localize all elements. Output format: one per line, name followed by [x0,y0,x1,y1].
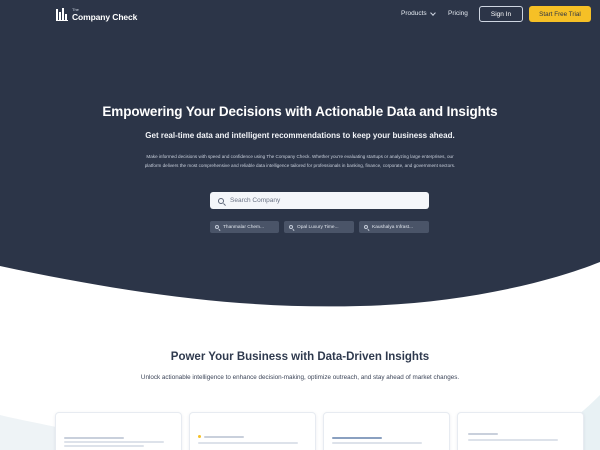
logo-prefix: The [72,6,79,12]
feature-card-preview[interactable] [189,412,316,450]
start-free-trial-button[interactable]: Start Free Trial [529,6,591,22]
search-icon [289,225,293,229]
chevron-down-icon [429,9,436,16]
feature-card-preview[interactable] [55,412,182,450]
company-logo[interactable]: The Company Check [56,7,137,21]
search-icon [364,225,368,229]
section-title: Power Your Business with Data-Driven Ins… [170,351,430,363]
feature-card-preview[interactable] [323,412,450,450]
nav-pricing-link[interactable]: Pricing [448,10,468,17]
recent-search-chip[interactable]: Kaushalya Infrast... [359,221,429,233]
search-icon [215,225,219,229]
search-icon [218,197,224,204]
nav-products-label: Products [401,10,427,17]
section-subtitle: Unlock actionable intelligence to enhanc… [140,374,460,381]
hero-description: Make informed decisions with speed and c… [144,154,456,168]
logo-name: Company Check [72,11,138,22]
search-input[interactable] [230,197,410,204]
hero-subtitle: Get real-time data and intelligent recom… [145,131,455,140]
chip-label: Thanmalar Chem... [223,224,265,230]
recent-search-chip[interactable]: Thanmalar Chem... [210,221,279,233]
recent-search-chip[interactable]: Opal Luxury Time... [284,221,354,233]
chip-label: Opal Luxury Time... [297,224,339,230]
recent-searches: Thanmalar Chem... Opal Luxury Time... Ka… [210,221,429,233]
feature-cards [55,412,585,450]
top-navigation: The Company Check Products Pricing Sign … [0,0,600,30]
bar-chart-logo-icon [56,7,70,21]
company-search-box[interactable] [210,192,429,209]
nav-products-menu[interactable]: Products [401,9,436,17]
hero-title: Empowering Your Decisions with Actionabl… [102,104,498,119]
feature-card-preview[interactable] [457,412,584,450]
chip-label: Kaushalya Infrast... [372,224,414,230]
sign-in-button[interactable]: Sign In [479,6,523,22]
hero-section: The Company Check Products Pricing Sign … [0,0,600,310]
